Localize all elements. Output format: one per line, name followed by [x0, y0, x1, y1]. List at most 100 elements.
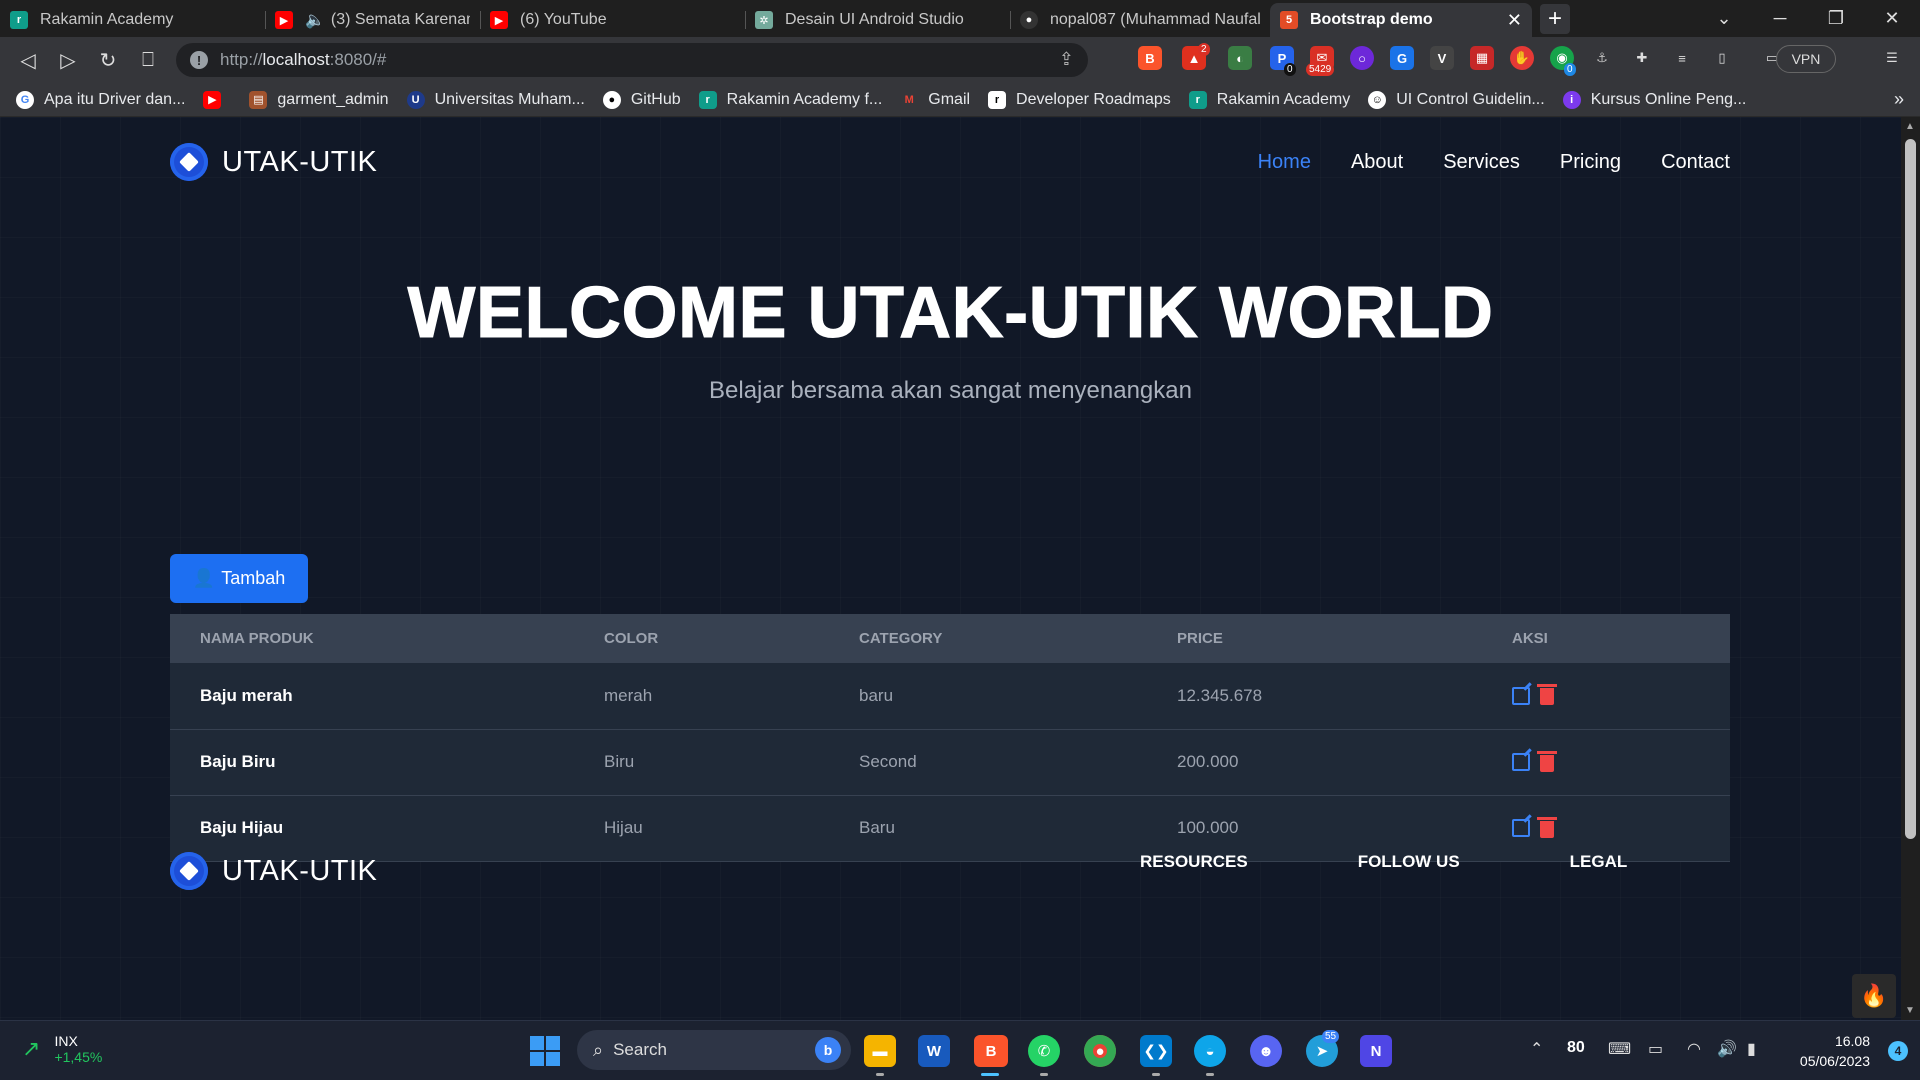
adblock-icon[interactable]: ✋	[1510, 46, 1534, 70]
stock-widget[interactable]: ↗ INX +1,45%	[22, 1033, 102, 1065]
edit-icon[interactable]	[1512, 753, 1530, 771]
temperature-readout[interactable]: 80	[1567, 1039, 1585, 1057]
extension-badge: 0	[1564, 63, 1576, 76]
edge-like-app-icon[interactable]: ◒	[1194, 1035, 1226, 1076]
whatsapp-icon[interactable]: ✆	[1028, 1035, 1060, 1076]
tab-search-icon[interactable]: ⌄	[1696, 8, 1752, 29]
store-icon: ▤	[249, 90, 268, 109]
word-icon[interactable]: W	[918, 1035, 950, 1067]
tab-rakamin[interactable]: r Rakamin Academy	[0, 3, 265, 37]
nav-menu: Home About Services Pricing Contact	[1258, 151, 1730, 174]
speaker-icon[interactable]: 🔈	[305, 10, 325, 30]
brand-logo[interactable]: UTAK-UTIK	[170, 143, 377, 181]
fire-icon[interactable]: 🔥	[1852, 974, 1896, 1018]
brand-name: UTAK-UTIK	[222, 145, 378, 178]
column-header: PRICE	[1177, 630, 1223, 647]
volume-icon[interactable]: 🔊	[1717, 1039, 1737, 1059]
extension-icon[interactable]: ◐	[1228, 46, 1252, 70]
show-hidden-icons[interactable]: ⌃	[1530, 1039, 1543, 1059]
product-table: NAMA PRODUK COLOR CATEGORY PRICE AKSI Ba…	[170, 614, 1730, 862]
battery-icon[interactable]: ▮	[1747, 1039, 1756, 1059]
bookmark-item[interactable]: ▶	[203, 90, 231, 109]
bookmark-item[interactable]: r Developer Roadmaps	[988, 90, 1171, 109]
close-window-icon[interactable]: ✕	[1864, 8, 1920, 29]
edit-icon[interactable]	[1512, 819, 1530, 837]
notification-badge[interactable]: 4	[1888, 1041, 1908, 1061]
tab-bootstrap-demo[interactable]: 5 Bootstrap demo ✕	[1270, 3, 1532, 37]
notion-like-app-icon[interactable]: N	[1360, 1035, 1392, 1067]
reload-icon[interactable]: ↻	[88, 48, 128, 73]
restore-icon[interactable]: ❐	[1808, 8, 1864, 29]
bookmark-item[interactable]: r Rakamin Academy	[1188, 90, 1350, 109]
bookmark-item[interactable]: r Rakamin Academy f...	[698, 90, 882, 109]
nav-link-contact[interactable]: Contact	[1661, 151, 1730, 174]
site-info-icon[interactable]: !	[190, 51, 208, 69]
add-product-button[interactable]: 👤 Tambah	[170, 554, 308, 603]
github-icon: ●	[602, 90, 621, 109]
window-controls: ⌄ ─ ❐ ✕	[1696, 0, 1920, 37]
system-clock[interactable]: 16.08 05/06/2023	[1800, 1031, 1870, 1071]
bookmark-item[interactable]: ☺ UI Control Guidelin...	[1368, 90, 1545, 109]
bing-icon[interactable]: b	[815, 1037, 841, 1063]
file-explorer-icon[interactable]: ▬	[864, 1035, 896, 1076]
scroll-down-icon[interactable]: ▼	[1905, 1005, 1915, 1016]
delete-icon[interactable]	[1537, 750, 1557, 772]
address-bar[interactable]: ! http://localhost:8080/# ⇪	[176, 43, 1088, 77]
taskbar-search[interactable]: ⌕ Search b	[577, 1030, 851, 1070]
more-bookmarks-icon[interactable]: »	[1894, 89, 1904, 110]
tab-youtube[interactable]: ▶ (6) YouTube	[480, 3, 745, 37]
vpn-button[interactable]: VPN	[1776, 45, 1836, 73]
footer-brand-logo[interactable]: UTAK-UTIK	[170, 852, 377, 890]
scroll-up-icon[interactable]: ▲	[1905, 121, 1915, 132]
windows-start-icon[interactable]	[530, 1036, 560, 1066]
minimize-icon[interactable]: ─	[1752, 8, 1808, 29]
display-icon[interactable]: ▭	[1648, 1039, 1663, 1059]
youtube-icon: ▶	[275, 11, 293, 29]
keyboard-icon[interactable]: ⌨	[1608, 1039, 1631, 1059]
brave-browser-icon[interactable]: B	[974, 1035, 1008, 1076]
nav-link-pricing[interactable]: Pricing	[1560, 151, 1621, 174]
nav-link-home[interactable]: Home	[1258, 151, 1311, 174]
table-row: Baju merah merah baru 12.345.678	[170, 663, 1730, 729]
brave-shield-icon[interactable]: B	[1138, 46, 1162, 70]
share-icon[interactable]: ⇪	[1059, 49, 1074, 70]
bookmark-item[interactable]: U Universitas Muham...	[406, 90, 585, 109]
extension-icon[interactable]: ▦	[1470, 46, 1494, 70]
translate-icon[interactable]: G	[1390, 46, 1414, 70]
nav-link-about[interactable]: About	[1351, 151, 1403, 174]
delete-icon[interactable]	[1537, 684, 1557, 706]
back-icon[interactable]: ◁	[8, 48, 48, 73]
delete-icon[interactable]	[1537, 816, 1557, 838]
extensions-puzzle-icon[interactable]: ✚	[1630, 46, 1654, 70]
tab-github[interactable]: ● nopal087 (Muhammad Naufal Fa	[1010, 3, 1270, 37]
footer: UTAK-UTIK RESOURCES FOLLOW US LEGAL	[170, 852, 1730, 890]
navbar: UTAK-UTIK Home About Services Pricing Co…	[170, 143, 1730, 181]
bookmark-item[interactable]: ▤ garment_admin	[249, 90, 389, 109]
anchor-icon[interactable]: ⚓	[1590, 46, 1614, 70]
bookmark-item[interactable]: G Apa itu Driver dan...	[16, 90, 185, 109]
edit-icon[interactable]	[1512, 686, 1530, 705]
playlist-icon[interactable]: ≡	[1670, 46, 1694, 70]
vue-devtools-icon[interactable]: V	[1430, 46, 1454, 70]
tab-desain-ui[interactable]: ✲ Desain UI Android Studio	[745, 3, 1010, 37]
page-scrollbar[interactable]: ▲ ▼	[1901, 117, 1920, 1020]
close-tab-icon[interactable]: ✕	[1507, 10, 1522, 31]
menu-icon[interactable]: ☰	[1880, 46, 1904, 70]
forward-icon[interactable]: ▷	[48, 48, 88, 73]
bookmark-item[interactable]: i Kursus Online Peng...	[1562, 90, 1746, 109]
footer-heading-follow-us: FOLLOW US	[1357, 852, 1460, 871]
nav-link-services[interactable]: Services	[1443, 151, 1520, 174]
bookmark-item[interactable]: ● GitHub	[602, 90, 681, 109]
new-tab-button[interactable]: +	[1540, 4, 1570, 34]
product-price: 12.345.678	[1177, 685, 1263, 705]
sidebar-icon[interactable]: ▯	[1710, 46, 1734, 70]
chrome-icon[interactable]: ●	[1084, 1035, 1116, 1067]
color-picker-icon[interactable]: ○	[1350, 46, 1374, 70]
discord-icon[interactable]: ☻	[1250, 1035, 1282, 1067]
vscode-icon[interactable]: ❮❯	[1140, 1035, 1172, 1076]
bookmark-icon[interactable]: ⎕	[128, 49, 168, 72]
scrollbar-thumb[interactable]	[1905, 139, 1916, 839]
wifi-icon[interactable]: ◠	[1687, 1039, 1701, 1059]
tab-youtube-music[interactable]: ▶ 🔈 (3) Semata Karenamu - Mario	[265, 3, 480, 37]
bookmark-item[interactable]: M Gmail	[900, 91, 970, 109]
